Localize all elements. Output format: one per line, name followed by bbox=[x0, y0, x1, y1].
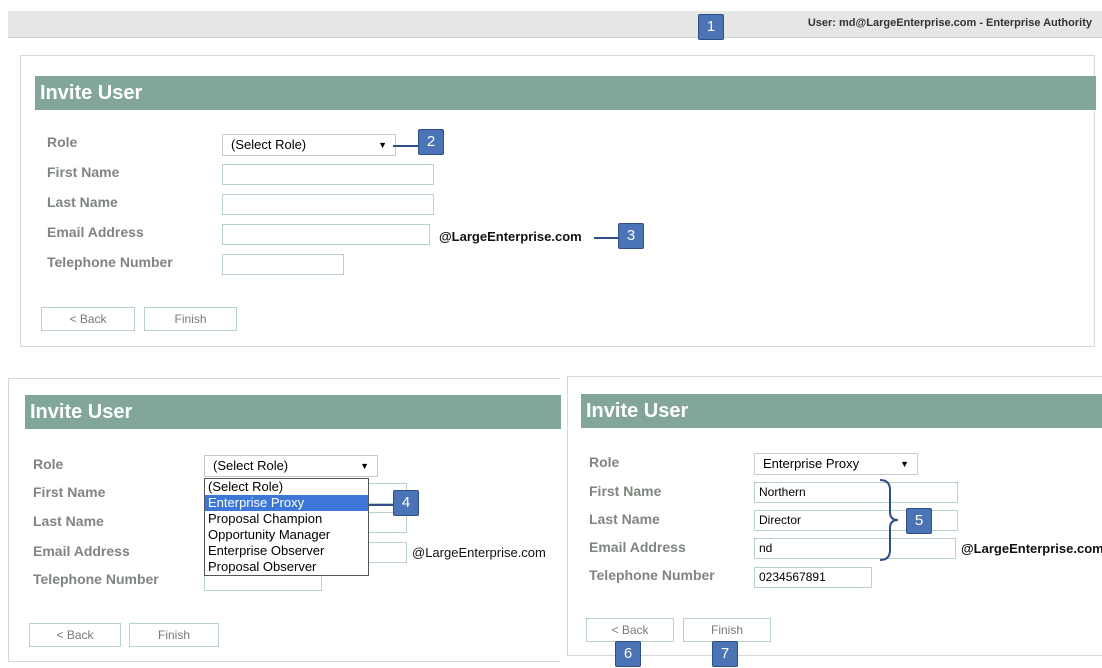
user-bar: User: md@LargeEnterprise.com - Enterpris… bbox=[8, 11, 1102, 38]
first-name-input[interactable]: Northern bbox=[754, 482, 958, 503]
callout-7: 7 bbox=[712, 641, 738, 667]
page-title: Invite User bbox=[581, 394, 1102, 428]
email-label: Email Address bbox=[33, 543, 130, 559]
role-select-value: (Select Role) bbox=[213, 458, 289, 473]
phone-input[interactable]: 0234567891 bbox=[754, 567, 872, 588]
finish-button[interactable]: Finish bbox=[683, 618, 771, 642]
brace-icon bbox=[879, 479, 899, 561]
role-dropdown-list: (Select Role) Enterprise Proxy Proposal … bbox=[204, 478, 369, 576]
role-label: Role bbox=[589, 454, 620, 470]
chevron-down-icon: ▼ bbox=[900, 459, 909, 469]
role-label: Role bbox=[47, 134, 78, 150]
phone-label: Telephone Number bbox=[33, 571, 159, 587]
callout-3-leader bbox=[594, 237, 618, 239]
email-label: Email Address bbox=[589, 539, 686, 555]
callout-5: 5 bbox=[906, 508, 932, 534]
email-input[interactable] bbox=[222, 224, 430, 245]
email-domain: @LargeEnterprise.com bbox=[412, 545, 546, 560]
email-input[interactable]: nd bbox=[754, 538, 956, 559]
first-name-label: First Name bbox=[33, 484, 106, 500]
invite-user-panel-dropdown: Invite User Role (Select Role) ▼ First N… bbox=[8, 378, 561, 662]
back-button[interactable]: < Back bbox=[586, 618, 674, 642]
role-option[interactable]: Proposal Champion bbox=[205, 511, 368, 527]
user-info: User: md@LargeEnterprise.com - Enterpris… bbox=[807, 17, 1092, 29]
callout-2: 2 bbox=[418, 129, 444, 155]
callout-4-leader bbox=[369, 504, 393, 506]
callout-4: 4 bbox=[393, 490, 419, 516]
email-label: Email Address bbox=[47, 224, 144, 240]
callout-2-leader bbox=[393, 145, 418, 147]
role-label: Role bbox=[33, 456, 64, 472]
last-name-label: Last Name bbox=[589, 511, 660, 527]
phone-label: Telephone Number bbox=[47, 254, 173, 270]
last-name-label: Last Name bbox=[47, 194, 118, 210]
role-option[interactable]: Proposal Observer bbox=[205, 559, 368, 575]
role-select-value: (Select Role) bbox=[231, 137, 307, 152]
role-select[interactable]: Enterprise Proxy ▼ bbox=[754, 453, 918, 475]
chevron-down-icon: ▼ bbox=[360, 461, 369, 471]
role-select[interactable]: (Select Role) ▼ bbox=[222, 134, 396, 156]
role-option[interactable]: Enterprise Observer bbox=[205, 543, 368, 559]
finish-button[interactable]: Finish bbox=[144, 307, 237, 331]
invite-user-panel-empty: Invite User Role (Select Role) ▼ First N… bbox=[20, 55, 1096, 347]
callout-1: 1 bbox=[698, 14, 724, 40]
last-name-input[interactable] bbox=[222, 194, 434, 215]
last-name-label: Last Name bbox=[33, 513, 104, 529]
finish-button[interactable]: Finish bbox=[129, 623, 219, 647]
back-button[interactable]: < Back bbox=[29, 623, 121, 647]
page-title: Invite User bbox=[25, 395, 561, 429]
phone-input[interactable] bbox=[222, 254, 344, 275]
callout-3: 3 bbox=[618, 223, 644, 249]
role-select[interactable]: (Select Role) ▼ bbox=[204, 455, 378, 477]
role-select-value: Enterprise Proxy bbox=[763, 456, 860, 471]
first-name-label: First Name bbox=[589, 483, 662, 499]
first-name-input[interactable] bbox=[222, 164, 434, 185]
role-option[interactable]: Opportunity Manager bbox=[205, 527, 368, 543]
phone-label: Telephone Number bbox=[589, 567, 715, 583]
role-option-selected[interactable]: Enterprise Proxy bbox=[205, 495, 368, 511]
back-button[interactable]: < Back bbox=[41, 307, 135, 331]
chevron-down-icon: ▼ bbox=[378, 140, 387, 150]
role-option[interactable]: (Select Role) bbox=[205, 479, 368, 495]
callout-6: 6 bbox=[615, 641, 641, 667]
page-title: Invite User bbox=[35, 76, 1096, 110]
email-domain: @LargeEnterprise.com bbox=[439, 229, 582, 244]
first-name-label: First Name bbox=[47, 164, 120, 180]
invite-user-panel-filled: Invite User Role Enterprise Proxy ▼ Firs… bbox=[567, 376, 1102, 656]
email-domain: @LargeEnterprise.com bbox=[961, 541, 1102, 556]
